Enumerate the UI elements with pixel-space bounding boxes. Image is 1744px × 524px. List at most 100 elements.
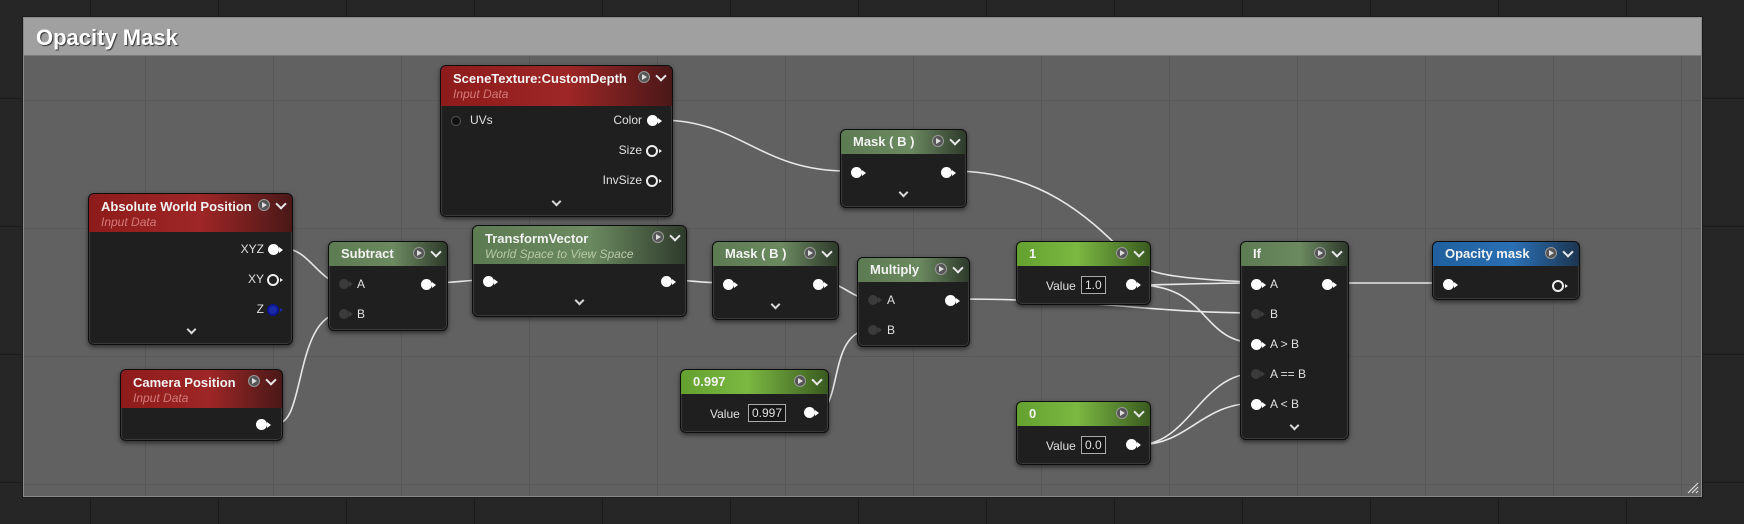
- expand-chevron-icon[interactable]: [552, 198, 562, 208]
- expand-chevron-icon[interactable]: [771, 301, 781, 311]
- pin-label-uvs: UVs: [470, 113, 493, 127]
- pin-label-color: Color: [613, 113, 642, 127]
- pin-a-gt-b[interactable]: [1251, 339, 1266, 350]
- value-label: Value: [710, 407, 740, 421]
- node-constant-1[interactable]: 1 Value 1.0: [1016, 241, 1151, 305]
- pin-color[interactable]: [647, 115, 662, 126]
- pin-output[interactable]: [421, 279, 436, 290]
- preview-toggle-icon[interactable]: [932, 135, 944, 147]
- collapse-chevron-icon[interactable]: [656, 72, 666, 82]
- preview-toggle-icon[interactable]: [258, 199, 270, 211]
- collapse-chevron-icon[interactable]: [1332, 248, 1342, 258]
- node-absolute-world-position[interactable]: Absolute World Position Input Data XYZ X…: [88, 193, 293, 345]
- preview-toggle-icon[interactable]: [935, 263, 947, 275]
- collapse-chevron-icon[interactable]: [266, 376, 276, 386]
- node-title: Camera Position: [133, 375, 236, 390]
- node-title: TransformVector: [485, 231, 589, 246]
- collapse-chevron-icon[interactable]: [822, 248, 832, 258]
- collapse-chevron-icon[interactable]: [431, 248, 441, 258]
- node-title: SceneTexture:CustomDepth: [453, 71, 627, 86]
- collapse-chevron-icon[interactable]: [812, 376, 822, 386]
- node-title: Subtract: [341, 246, 394, 261]
- preview-toggle-icon[interactable]: [248, 375, 260, 387]
- pin-label-b: B: [887, 323, 896, 337]
- pin-output[interactable]: [945, 295, 960, 306]
- pin-input[interactable]: [851, 167, 866, 178]
- pin-b[interactable]: [868, 325, 882, 335]
- node-constant-0[interactable]: 0 Value 0.0: [1016, 401, 1151, 465]
- pin-input[interactable]: [483, 276, 498, 287]
- preview-toggle-icon[interactable]: [1314, 247, 1326, 259]
- pin-uvs[interactable]: [451, 116, 461, 126]
- pin-a-eq-b[interactable]: [1251, 369, 1265, 379]
- pin-input[interactable]: [1443, 279, 1458, 290]
- node-title: 1: [1029, 246, 1037, 261]
- node-title: Mask ( B ): [853, 134, 915, 149]
- node-title: Mask ( B ): [725, 246, 787, 261]
- pin-output[interactable]: [1126, 439, 1141, 450]
- pin-output[interactable]: [941, 167, 956, 178]
- collapse-chevron-icon[interactable]: [1134, 408, 1144, 418]
- pin-output[interactable]: [1126, 279, 1141, 290]
- collapse-chevron-icon[interactable]: [276, 200, 286, 210]
- pin-output[interactable]: [804, 407, 819, 418]
- expand-chevron-icon[interactable]: [899, 189, 909, 199]
- pin-b[interactable]: [1251, 309, 1265, 319]
- pin-a[interactable]: [1251, 279, 1266, 290]
- collapse-chevron-icon[interactable]: [670, 232, 680, 242]
- comment-header[interactable]: Opacity Mask: [24, 18, 1701, 56]
- node-constant-0997[interactable]: 0.997 Value 0.997: [680, 369, 829, 433]
- node-title: 0.997: [693, 374, 726, 389]
- pin-label-xyz: XYZ: [240, 242, 264, 256]
- expand-chevron-icon[interactable]: [1290, 422, 1300, 432]
- value-input[interactable]: 0.997: [748, 404, 787, 422]
- pin-a[interactable]: [868, 295, 882, 305]
- collapse-chevron-icon[interactable]: [950, 136, 960, 146]
- pin-a-lt-b[interactable]: [1251, 399, 1266, 410]
- pin-size[interactable]: [646, 145, 662, 157]
- node-scene-texture[interactable]: SceneTexture:CustomDepth Input Data UVs …: [440, 65, 673, 217]
- expand-chevron-icon[interactable]: [187, 326, 197, 336]
- pin-z[interactable]: [267, 304, 283, 316]
- pin-label-xy: XY: [247, 272, 264, 286]
- pin-output[interactable]: [813, 279, 828, 290]
- pin-output[interactable]: [1552, 280, 1568, 292]
- value-input[interactable]: 0.0: [1081, 436, 1106, 454]
- expand-chevron-icon[interactable]: [575, 297, 585, 307]
- preview-toggle-icon[interactable]: [652, 231, 664, 243]
- collapse-chevron-icon[interactable]: [953, 264, 963, 274]
- node-if[interactable]: If A B A > B A == B A < B: [1240, 241, 1349, 440]
- preview-toggle-icon[interactable]: [1545, 247, 1557, 259]
- node-subtitle: World Space to View Space: [485, 247, 634, 261]
- pin-input[interactable]: [723, 279, 738, 290]
- preview-toggle-icon[interactable]: [413, 247, 425, 259]
- preview-toggle-icon[interactable]: [638, 71, 650, 83]
- preview-toggle-icon[interactable]: [794, 375, 806, 387]
- node-opacity-mask[interactable]: Opacity mask: [1432, 241, 1580, 300]
- pin-xy[interactable]: [267, 274, 283, 286]
- preview-toggle-icon[interactable]: [1116, 247, 1128, 259]
- pin-output[interactable]: [661, 276, 676, 287]
- preview-toggle-icon[interactable]: [804, 247, 816, 259]
- collapse-chevron-icon[interactable]: [1563, 248, 1573, 258]
- resize-grip-icon[interactable]: [1685, 480, 1699, 494]
- pin-xyz[interactable]: [268, 244, 283, 255]
- pin-label-a: A: [887, 293, 896, 307]
- pin-output[interactable]: [256, 419, 271, 430]
- node-camera-position[interactable]: Camera Position Input Data: [120, 369, 283, 441]
- pin-a[interactable]: [339, 279, 353, 289]
- pin-b[interactable]: [339, 309, 353, 319]
- preview-toggle-icon[interactable]: [1116, 407, 1128, 419]
- node-mask-b-upper[interactable]: Mask ( B ): [840, 129, 967, 208]
- pin-invsize[interactable]: [646, 175, 662, 187]
- pin-output[interactable]: [1322, 279, 1337, 290]
- node-subtract[interactable]: Subtract A B: [328, 241, 448, 331]
- pin-label-a-eq-b: A == B: [1270, 367, 1307, 381]
- node-title: 0: [1029, 406, 1037, 421]
- value-input[interactable]: 1.0: [1081, 276, 1106, 294]
- node-title: Multiply: [870, 262, 920, 277]
- collapse-chevron-icon[interactable]: [1134, 248, 1144, 258]
- node-mask-b-lower[interactable]: Mask ( B ): [712, 241, 839, 320]
- node-multiply[interactable]: Multiply A B: [857, 257, 970, 347]
- node-transform-vector[interactable]: TransformVector World Space to View Spac…: [472, 225, 687, 317]
